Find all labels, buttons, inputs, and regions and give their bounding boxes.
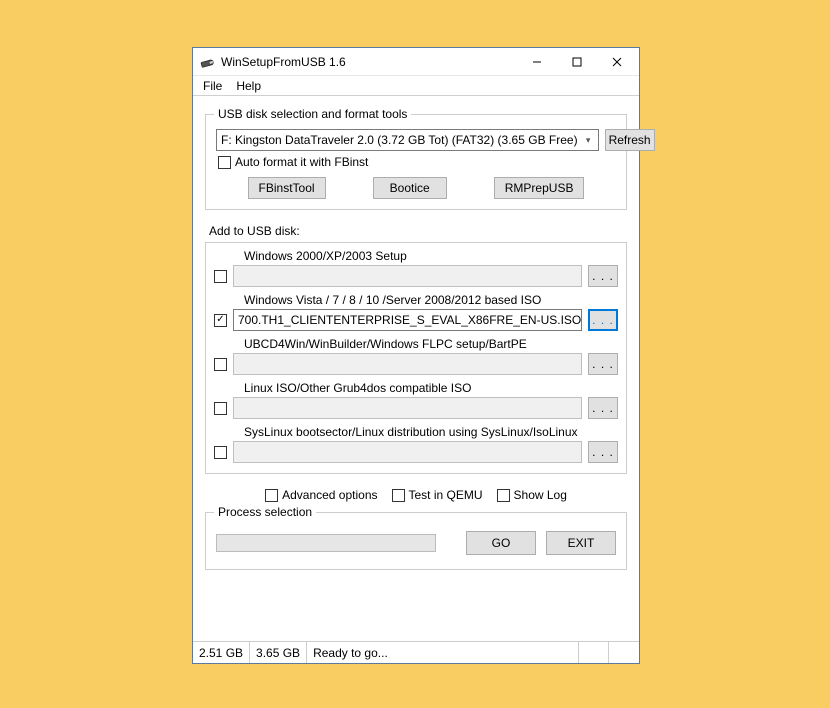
disk-select-value: F: Kingston DataTraveler 2.0 (3.72 GB To… <box>216 129 599 151</box>
window-title: WinSetupFromUSB 1.6 <box>221 55 517 69</box>
add-checkbox-win2000[interactable] <box>214 270 227 283</box>
add-checkbox-ubcd[interactable] <box>214 358 227 371</box>
chevron-down-icon: ▾ <box>580 131 597 149</box>
browse-button-linuxiso[interactable]: . . . <box>588 397 618 419</box>
add-to-usb-group: Windows 2000/XP/2003 Setup . . . Windows… <box>205 242 627 474</box>
browse-button-vista[interactable]: . . . <box>588 309 618 331</box>
add-item-label: SysLinux bootsector/Linux distribution u… <box>244 425 618 439</box>
add-checkbox-vista[interactable]: ✓ <box>214 314 227 327</box>
path-input-win2000[interactable] <box>233 265 582 287</box>
browse-button-ubcd[interactable]: . . . <box>588 353 618 375</box>
path-input-syslinux[interactable] <box>233 441 582 463</box>
app-icon <box>197 52 217 72</box>
close-button[interactable] <box>597 50 637 74</box>
add-item-vista: Windows Vista / 7 / 8 / 10 /Server 2008/… <box>214 293 618 331</box>
status-size-2: 3.65 GB <box>250 642 307 663</box>
content-area: USB disk selection and format tools F: K… <box>193 96 639 641</box>
go-button[interactable]: GO <box>466 531 536 555</box>
maximize-button[interactable] <box>557 50 597 74</box>
rmprepusb-button[interactable]: RMPrepUSB <box>494 177 585 199</box>
status-size-1: 2.51 GB <box>193 642 250 663</box>
path-input-vista[interactable]: 700.TH1_CLIENTENTERPRISE_S_EVAL_X86FRE_E… <box>233 309 582 331</box>
add-item-label: UBCD4Win/WinBuilder/Windows FLPC setup/B… <box>244 337 618 351</box>
statusbar: 2.51 GB 3.65 GB Ready to go... <box>193 641 639 663</box>
disk-selection-group: USB disk selection and format tools F: K… <box>205 114 627 210</box>
add-item-win2000: Windows 2000/XP/2003 Setup . . . <box>214 249 618 287</box>
menu-help[interactable]: Help <box>230 77 267 95</box>
menubar: File Help <box>193 76 639 96</box>
refresh-button[interactable]: Refresh <box>605 129 655 151</box>
add-checkbox-syslinux[interactable] <box>214 446 227 459</box>
path-input-ubcd[interactable] <box>233 353 582 375</box>
advanced-options-label: Advanced options <box>282 488 377 502</box>
add-item-label: Windows 2000/XP/2003 Setup <box>244 249 618 263</box>
fbinsttool-button[interactable]: FBinstTool <box>248 177 326 199</box>
add-checkbox-linuxiso[interactable] <box>214 402 227 415</box>
autoformat-label: Auto format it with FBinst <box>235 155 368 169</box>
process-group: Process selection GO EXIT <box>205 512 627 570</box>
browse-button-syslinux[interactable]: . . . <box>588 441 618 463</box>
exit-button[interactable]: EXIT <box>546 531 616 555</box>
app-window: WinSetupFromUSB 1.6 File Help USB disk s… <box>192 47 640 664</box>
add-item-ubcd: UBCD4Win/WinBuilder/Windows FLPC setup/B… <box>214 337 618 375</box>
show-log-checkbox[interactable] <box>497 489 510 502</box>
window-controls <box>517 50 637 74</box>
progress-bar <box>216 534 436 552</box>
show-log-label: Show Log <box>514 488 567 502</box>
add-item-label: Linux ISO/Other Grub4dos compatible ISO <box>244 381 618 395</box>
add-item-linuxiso: Linux ISO/Other Grub4dos compatible ISO … <box>214 381 618 419</box>
bootice-button[interactable]: Bootice <box>373 177 447 199</box>
status-empty-2 <box>609 642 639 663</box>
autoformat-checkbox[interactable] <box>218 156 231 169</box>
disk-group-legend: USB disk selection and format tools <box>214 107 411 121</box>
test-qemu-checkbox[interactable] <box>392 489 405 502</box>
minimize-button[interactable] <box>517 50 557 74</box>
status-message: Ready to go... <box>307 642 579 663</box>
process-legend: Process selection <box>214 505 316 519</box>
advanced-options-checkbox[interactable] <box>265 489 278 502</box>
path-input-linuxiso[interactable] <box>233 397 582 419</box>
add-item-syslinux: SysLinux bootsector/Linux distribution u… <box>214 425 618 463</box>
browse-button-win2000[interactable]: . . . <box>588 265 618 287</box>
test-qemu-label: Test in QEMU <box>409 488 483 502</box>
menu-file[interactable]: File <box>197 77 228 95</box>
disk-select[interactable]: F: Kingston DataTraveler 2.0 (3.72 GB To… <box>216 129 599 151</box>
titlebar: WinSetupFromUSB 1.6 <box>193 48 639 76</box>
options-row: Advanced options Test in QEMU Show Log <box>205 488 627 502</box>
add-to-usb-label: Add to USB disk: <box>209 224 627 238</box>
add-item-label: Windows Vista / 7 / 8 / 10 /Server 2008/… <box>244 293 618 307</box>
status-empty-1 <box>579 642 609 663</box>
